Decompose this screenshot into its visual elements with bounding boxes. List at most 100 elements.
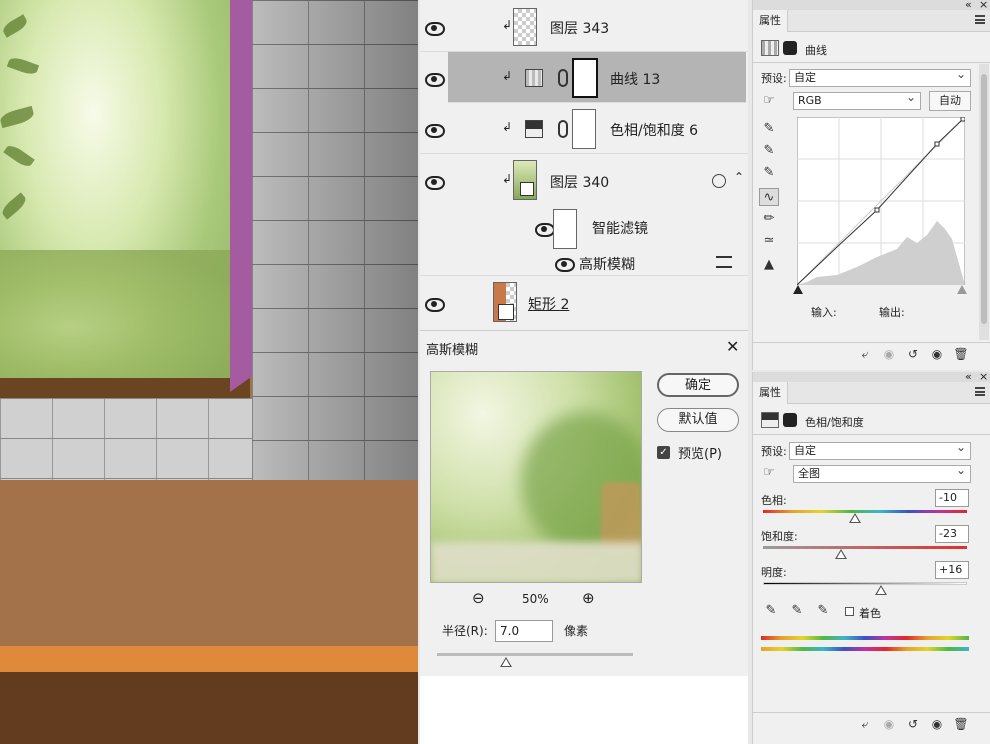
mask-thumbnail[interactable] <box>572 58 598 98</box>
layer-row[interactable]: 矩形 2 <box>420 276 748 330</box>
link-icon[interactable] <box>558 69 568 87</box>
eye-icon[interactable]: ◉ <box>929 716 945 732</box>
empty-area <box>420 676 748 744</box>
preview-checkbox[interactable]: ✓ <box>657 446 670 459</box>
layers-scrollbar[interactable] <box>734 154 744 206</box>
layer-name[interactable]: 图层 343 <box>550 18 609 38</box>
saturation-input[interactable]: -23 <box>935 525 969 543</box>
mask-icon[interactable] <box>783 413 797 427</box>
radius-slider-thumb[interactable] <box>499 657 512 667</box>
eyedropper-plus-icon[interactable]: ✎ <box>787 602 807 620</box>
layer-name[interactable]: 曲线 13 <box>610 69 660 89</box>
leaf <box>0 192 29 220</box>
eyedropper-icon[interactable]: ✎ <box>759 142 779 160</box>
blur-preview[interactable] <box>430 371 642 583</box>
mask-thumbnail[interactable] <box>572 109 596 149</box>
black-point-slider[interactable] <box>793 285 803 294</box>
eyedropper-icon[interactable]: ✎ <box>759 164 779 182</box>
document-canvas[interactable] <box>0 0 418 744</box>
lightness-label: 明度: <box>761 566 787 579</box>
layer-name[interactable]: 高斯模糊 <box>579 254 635 274</box>
panel-header-strip <box>753 0 990 10</box>
view-previous-icon[interactable]: ◉ <box>881 716 897 732</box>
lightness-slider-thumb[interactable] <box>875 585 887 595</box>
mask-icon[interactable] <box>783 41 797 55</box>
floor-stripe <box>0 646 418 672</box>
panel-menu-icon[interactable] <box>975 387 985 396</box>
layer-name[interactable]: 色相/饱和度 6 <box>610 120 698 140</box>
preview-table <box>431 542 641 582</box>
trash-icon[interactable]: 🗑 <box>953 716 969 732</box>
close-icon[interactable]: ✕ <box>726 337 739 356</box>
panel-scrollbar[interactable] <box>979 64 989 340</box>
hand-icon[interactable]: ☞ <box>759 92 779 110</box>
range-select[interactable]: 全图 <box>793 462 971 483</box>
layer-row[interactable]: ↲ 色相/饱和度 6 <box>420 103 748 154</box>
saturation-slider-thumb[interactable] <box>835 549 847 559</box>
clip-to-layer-icon[interactable]: ⤶ <box>857 346 873 362</box>
ok-button[interactable]: 确定 <box>657 373 739 397</box>
view-previous-icon[interactable]: ◉ <box>881 346 897 362</box>
hue-slider-thumb[interactable] <box>849 513 861 523</box>
tab-properties[interactable]: 属性 <box>753 10 788 32</box>
preset-select[interactable]: 自定 <box>789 439 971 460</box>
layer-name[interactable]: 矩形 2 <box>528 294 569 314</box>
eye-icon[interactable] <box>425 73 445 87</box>
saturation-label: 饱和度: <box>761 530 798 543</box>
curve-point-icon[interactable]: ∿ <box>759 188 779 206</box>
panel-menu-icon[interactable] <box>975 15 985 24</box>
layer-name[interactable]: 图层 340 <box>550 172 609 192</box>
default-button[interactable]: 默认值 <box>657 408 739 432</box>
hue-input[interactable]: -10 <box>935 489 969 507</box>
leaf <box>0 105 36 129</box>
pencil-icon[interactable]: ✏ <box>759 210 779 228</box>
eye-icon[interactable] <box>425 22 445 36</box>
layer-row[interactable]: ↲ 曲线 13 <box>420 52 748 103</box>
smart-filter-row[interactable]: 智能滤镜 <box>420 206 748 250</box>
reset-icon[interactable]: ↺ <box>905 716 921 732</box>
reset-icon[interactable]: ↺ <box>905 346 921 362</box>
curves-graph[interactable] <box>797 117 965 285</box>
radius-input[interactable]: 7.0 <box>495 620 553 642</box>
filter-row[interactable]: 高斯模糊 <box>420 250 748 276</box>
eyedropper-minus-icon[interactable]: ✎ <box>813 602 833 620</box>
clip-arrow-icon: ↲ <box>502 172 513 186</box>
tab-properties[interactable]: 属性 <box>753 382 788 404</box>
clipping-warning-icon[interactable]: ▲ <box>759 256 779 274</box>
preset-select[interactable]: 自定 <box>789 66 971 87</box>
layer-row[interactable]: ↲ 图层 340 ⌃ <box>420 154 748 206</box>
trash-icon[interactable]: 🗑 <box>953 346 969 362</box>
colorize-checkbox[interactable] <box>845 607 854 616</box>
scrollbar-thumb[interactable] <box>981 74 987 324</box>
clip-to-layer-icon[interactable]: ⤶ <box>857 716 873 732</box>
lightness-input[interactable]: +16 <box>935 561 969 579</box>
filter-options-icon[interactable] <box>712 174 726 188</box>
layer-name[interactable]: 智能滤镜 <box>592 218 648 238</box>
smart-object-icon <box>520 182 534 196</box>
eye-icon[interactable] <box>425 176 445 190</box>
auto-button[interactable]: 自动 <box>929 91 971 111</box>
zoom-out-icon[interactable]: ⊖ <box>472 589 485 607</box>
eye-icon[interactable]: ◉ <box>929 346 945 362</box>
link-icon[interactable] <box>558 120 568 138</box>
layers-panel: ↲ 图层 343 ↲ 曲线 13 ↲ 色相/饱和度 6 ↲ 图层 340 ⌃ 智… <box>420 0 748 330</box>
zoom-in-icon[interactable]: ⊕ <box>582 589 595 607</box>
channel-select[interactable]: RGB <box>793 89 921 110</box>
eyedropper-icon[interactable]: ✎ <box>759 120 779 138</box>
panel-tabbar: 属性 <box>753 382 990 404</box>
eye-icon[interactable] <box>425 124 445 138</box>
white-point-slider[interactable] <box>957 285 967 294</box>
filter-mask-thumbnail[interactable] <box>553 209 577 249</box>
layer-row[interactable]: ↲ 图层 343 <box>420 0 748 52</box>
clip-arrow-icon: ↲ <box>502 18 513 32</box>
saturation-gradient <box>763 546 967 549</box>
smooth-icon[interactable]: ≃ <box>759 232 779 250</box>
blending-options-icon[interactable] <box>716 256 732 268</box>
eye-icon[interactable] <box>425 298 445 312</box>
eye-icon[interactable] <box>555 258 575 272</box>
eye-icon[interactable] <box>535 223 555 237</box>
radius-slider-track[interactable] <box>437 653 633 656</box>
hand-icon[interactable]: ☞ <box>759 464 779 482</box>
leaf <box>6 55 40 77</box>
eyedropper-icon[interactable]: ✎ <box>761 602 781 620</box>
